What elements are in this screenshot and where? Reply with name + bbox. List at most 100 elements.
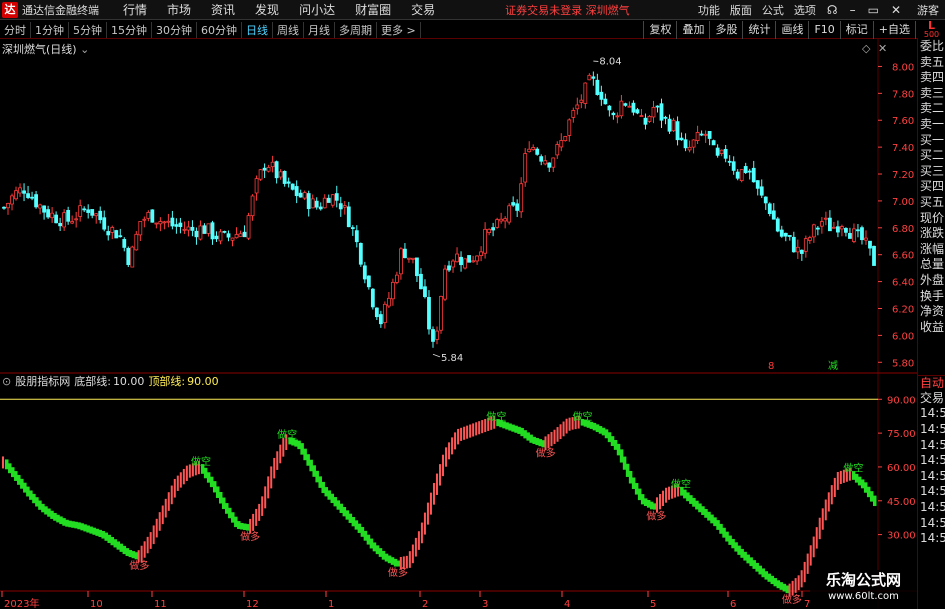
side-panel-item[interactable]: 卖三 — [918, 86, 945, 102]
side-panel-item[interactable]: 买三 — [918, 164, 945, 180]
overlay-button[interactable]: 叠加 — [676, 21, 709, 39]
diamond-icon[interactable]: ◇ — [862, 42, 870, 55]
indicator-bar — [613, 439, 618, 450]
period-daily[interactable]: 日线 — [242, 21, 273, 38]
menu-layout[interactable]: 版面 — [730, 2, 752, 18]
menu-item-trade[interactable]: 交易 — [411, 1, 435, 18]
high-label: 8.04 — [599, 56, 621, 67]
candle-body — [844, 227, 848, 233]
side-panel-item[interactable]: 换手 — [918, 289, 945, 305]
draw-line-button[interactable]: 画线 — [775, 21, 808, 39]
side-panel-item[interactable]: 买二 — [918, 148, 945, 164]
menu-item-market[interactable]: 市场 — [167, 1, 191, 18]
side-panel-item[interactable]: 买四 — [918, 179, 945, 195]
login-notice[interactable]: 证券交易未登录 深圳燃气 — [505, 2, 630, 18]
period-30min[interactable]: 30分钟 — [152, 21, 197, 38]
candle-body — [90, 209, 95, 216]
indicator-bar — [50, 510, 54, 519]
date-tick-label: 6 — [730, 599, 736, 609]
side-panel-item[interactable]: 净资 — [918, 304, 945, 320]
side-panel-item[interactable]: 自动 — [918, 375, 945, 391]
candle-body — [66, 210, 71, 222]
side-panel-item[interactable]: 14:5 — [918, 406, 945, 422]
side-panel-item[interactable]: 总量 — [918, 257, 945, 273]
indicator-bar — [704, 509, 708, 518]
headset-icon[interactable]: ☊ — [827, 3, 838, 17]
side-panel-item[interactable]: 14:5 — [918, 531, 945, 547]
side-panel-item[interactable]: 涨跌 — [918, 226, 945, 242]
menu-item-news[interactable]: 资讯 — [211, 1, 235, 18]
period-15min[interactable]: 15分钟 — [107, 21, 152, 38]
side-panel-item[interactable]: 委比 — [918, 39, 945, 55]
date-tick-label: 11 — [154, 599, 167, 609]
candle-body — [34, 194, 38, 208]
side-panel-item[interactable]: 涨幅 — [918, 242, 945, 258]
restore-icon[interactable]: ▭ — [868, 3, 879, 17]
period-weekly[interactable]: 周线 — [273, 21, 304, 38]
menu-item-ask[interactable]: 问小达 — [299, 1, 335, 18]
side-panel-item[interactable]: 外盘 — [918, 273, 945, 289]
indicator-bar — [390, 557, 395, 565]
side-panel-item[interactable]: 交易 — [918, 391, 945, 407]
side-panel-item[interactable]: 买一 — [918, 133, 945, 149]
side-panel-item[interactable]: 卖二 — [918, 101, 945, 117]
period-intraday[interactable]: 分时 — [0, 21, 31, 38]
period-monthly[interactable]: 月线 — [304, 21, 335, 38]
indicator-bar — [375, 545, 380, 555]
candle-body — [691, 139, 696, 148]
period-more[interactable]: 更多 > — [377, 21, 421, 38]
indicator-bar — [119, 543, 124, 552]
candle-body — [639, 115, 644, 118]
close-icon[interactable]: ✕ — [891, 3, 901, 17]
side-panel-item[interactable]: 14:5 — [918, 469, 945, 485]
candle-body — [852, 228, 856, 242]
f10-button[interactable]: F10 — [808, 21, 839, 39]
period-5min[interactable]: 5分钟 — [69, 21, 107, 38]
side-panel-item[interactable]: 卖四 — [918, 70, 945, 86]
candle-body — [587, 74, 592, 81]
guest-button[interactable]: 游客 — [917, 2, 939, 18]
close-pane-icon[interactable]: ✕ — [878, 42, 887, 55]
menu-formula[interactable]: 公式 — [762, 2, 784, 18]
indicator-bar — [517, 426, 521, 434]
side-panel-item[interactable]: 14:5 — [918, 484, 945, 500]
signal-label: 做空 — [486, 410, 506, 423]
side-panel-item[interactable]: 买五 — [918, 195, 945, 211]
side-panel-item[interactable]: 14:5 — [918, 453, 945, 469]
indicator-bar — [381, 550, 386, 560]
candle-body — [711, 140, 716, 146]
side-panel-item[interactable]: 14:5 — [918, 500, 945, 516]
add-watchlist-button[interactable]: +自选 — [872, 21, 915, 39]
indicator-bar — [508, 423, 512, 431]
minimize-icon[interactable]: – — [850, 3, 856, 17]
stats-button[interactable]: 统计 — [742, 21, 775, 39]
level-badge-line2: 500 — [923, 30, 940, 39]
side-panel-item[interactable]: 收益 — [918, 320, 945, 336]
menu-options[interactable]: 选项 — [794, 2, 816, 18]
candle-body — [246, 215, 251, 239]
settings-icon[interactable]: ⊙ — [2, 375, 11, 388]
menu-function[interactable]: 功能 — [698, 2, 720, 18]
event-marker: 8 — [768, 361, 774, 372]
side-panel-item[interactable]: 卖一 — [918, 117, 945, 133]
menu-item-quotes[interactable]: 行情 — [123, 1, 147, 18]
side-panel-item[interactable]: 14:5 — [918, 438, 945, 454]
side-panel-item[interactable]: 14:5 — [918, 516, 945, 532]
menu-item-discover[interactable]: 发现 — [255, 1, 279, 18]
period-60min[interactable]: 60分钟 — [197, 21, 242, 38]
side-panel-item[interactable]: 卖五 — [918, 55, 945, 71]
indicator-name[interactable]: 股朋指标网 — [15, 373, 70, 389]
period-1min[interactable]: 1分钟 — [31, 21, 69, 38]
menu-item-wealth[interactable]: 财富圈 — [355, 1, 391, 18]
signal-label: 做空 — [277, 428, 297, 441]
multi-stock-button[interactable]: 多股 — [709, 21, 742, 39]
kline-chart[interactable]: 8.04 5.84 8 减 8.00 7.80 7.60 7.40 7.20 7.00 6.80 6… — [0, 39, 917, 609]
side-panel-item[interactable]: 现价 — [918, 211, 945, 227]
indicator-bar — [707, 511, 711, 521]
indicator-bar — [215, 486, 220, 498]
candle-body — [447, 265, 451, 271]
adjust-button[interactable]: 复权 — [643, 21, 676, 39]
period-multi[interactable]: 多周期 — [335, 21, 377, 38]
mark-button[interactable]: 标记 — [839, 21, 873, 39]
side-panel-item[interactable]: 14:5 — [918, 422, 945, 438]
